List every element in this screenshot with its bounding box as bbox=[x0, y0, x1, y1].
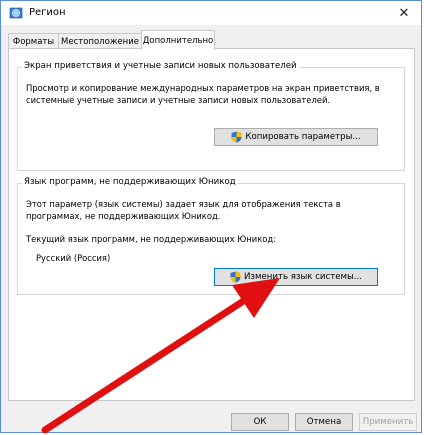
welcome-screen-group: Экран приветствия и учетные записи новых… bbox=[17, 61, 405, 171]
welcome-group-description: Просмотр и копирование международных пар… bbox=[26, 83, 380, 105]
window-title: Регион bbox=[29, 7, 66, 18]
uac-shield-icon bbox=[230, 271, 241, 283]
tab-location[interactable]: Местоположение bbox=[58, 33, 142, 49]
apply-button[interactable]: Применить bbox=[359, 413, 417, 431]
close-button[interactable]: ✕ bbox=[387, 1, 421, 25]
cancel-button[interactable]: Отмена bbox=[295, 413, 353, 431]
region-globe-icon bbox=[9, 7, 23, 19]
tab-advanced[interactable]: Дополнительно bbox=[141, 30, 215, 50]
welcome-group-title: Экран приветствия и учетные записи новых… bbox=[22, 61, 299, 71]
tab-panel-advanced: Экран приветствия и учетные записи новых… bbox=[8, 48, 415, 401]
change-system-locale-button[interactable]: Изменить язык системы... bbox=[214, 268, 378, 286]
uac-shield-icon bbox=[231, 131, 242, 143]
non-unicode-group-title: Язык программ, не поддерживающих Юникод bbox=[22, 177, 238, 187]
change-system-locale-label: Изменить язык системы... bbox=[243, 272, 362, 282]
tab-formats[interactable]: Форматы bbox=[8, 33, 59, 49]
ok-button[interactable]: ОК bbox=[231, 413, 289, 431]
region-dialog: Регион ✕ Форматы Местоположение Дополнит… bbox=[0, 0, 422, 433]
non-unicode-group: Язык программ, не поддерживающих Юникод … bbox=[17, 177, 405, 295]
current-language-label: Текущий язык программ, не поддерживающих… bbox=[26, 234, 277, 244]
close-icon: ✕ bbox=[398, 5, 410, 21]
title-bar: Регион ✕ bbox=[1, 1, 421, 25]
copy-settings-label: Копировать параметры... bbox=[245, 132, 361, 142]
copy-settings-button[interactable]: Копировать параметры... bbox=[214, 128, 378, 146]
current-language-value: Русский (Россия) bbox=[36, 253, 111, 263]
non-unicode-group-description: Этот параметр (язык системы) задает язык… bbox=[26, 199, 341, 221]
